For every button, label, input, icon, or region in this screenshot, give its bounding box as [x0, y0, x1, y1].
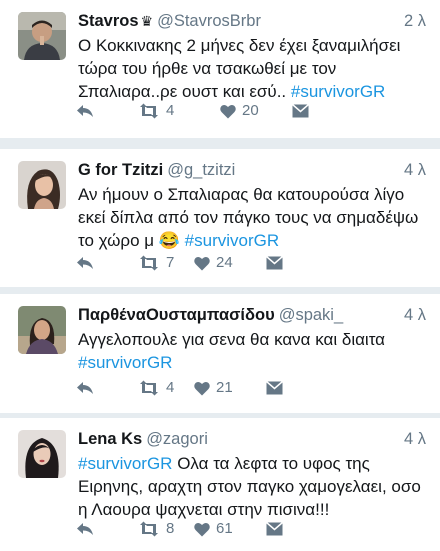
direct-message-button[interactable] [266, 518, 283, 540]
heart-icon [194, 522, 210, 536]
tweet-text-body: Αγγελοπουλε για σενα θα κανα και διαιτα [78, 330, 386, 349]
hashtag-link[interactable]: #survivorGR [185, 231, 279, 250]
like-count: 20 [242, 102, 259, 119]
envelope-icon [266, 381, 283, 395]
reply-button[interactable] [76, 518, 94, 540]
like-count: 24 [216, 254, 233, 271]
direct-message-button[interactable] [266, 252, 283, 274]
retweet-icon [140, 521, 158, 537]
heart-icon [194, 256, 210, 270]
tweet-text: Αν ήμουν ο Σπαλιαρας θα κατουρούσα λίγο … [78, 183, 430, 252]
timeline: Stavros ♛ @StavrosBrbr 2 λ Ο Κοκκινακης 2 … [0, 0, 440, 551]
retweet-count: 8 [166, 520, 175, 537]
tweet[interactable]: Lena Ks @zagori 4 λ #survivorGR Ολα τα λε… [0, 418, 440, 551]
reply-button[interactable] [76, 100, 94, 122]
retweet-count: 7 [166, 254, 175, 271]
tweet-header: ΠαρθέναΟυσταμπασίδου @spaki_ 4 λ [78, 304, 426, 326]
like-button[interactable]: 24 [194, 252, 233, 274]
username[interactable]: @zagori [146, 430, 208, 448]
direct-message-button[interactable] [266, 377, 283, 399]
retweet-button[interactable]: 8 [138, 518, 174, 540]
woman-photo-avatar [18, 306, 66, 354]
tweet[interactable]: Stavros ♛ @StavrosBrbr 2 λ Ο Κοκκινακης 2 … [0, 0, 440, 138]
retweet-button[interactable]: 7 [138, 252, 174, 274]
tweet-text: Ο Κοκκινακης 2 μήνες δεν έχει ξαναμιλήσε… [78, 34, 430, 103]
retweet-button[interactable]: 4 [138, 100, 174, 122]
timestamp[interactable]: 4 λ [404, 159, 426, 181]
reply-icon [77, 382, 93, 394]
like-button[interactable]: 61 [194, 518, 233, 540]
reply-button[interactable] [76, 377, 94, 399]
heart-icon [220, 104, 236, 118]
tweet-header: Lena Ks @zagori 4 λ [78, 428, 426, 450]
display-name[interactable]: G for Tzitzi [78, 161, 163, 179]
laughing-emoji: 😂 [158, 231, 180, 250]
reply-button[interactable] [76, 252, 94, 274]
timestamp[interactable]: 2 λ [404, 10, 426, 32]
like-count: 21 [216, 379, 233, 396]
tweet[interactable]: ΠαρθέναΟυσταμπασίδου @spaki_ 4 λ Αγγελοπο… [0, 294, 440, 413]
envelope-icon [266, 256, 283, 270]
tweet-text: #survivorGR Ολα τα λεφτα το υφος της Ειρ… [78, 452, 430, 521]
avatar[interactable] [18, 12, 66, 60]
timestamp[interactable]: 4 λ [404, 304, 426, 326]
like-button[interactable]: 21 [194, 377, 233, 399]
tweet-actions: 7 24 [76, 252, 430, 274]
direct-message-button[interactable] [292, 100, 309, 122]
retweet-count: 4 [166, 379, 175, 396]
retweet-icon [140, 255, 158, 271]
display-name[interactable]: ΠαρθέναΟυσταμπασίδου [78, 306, 275, 324]
hashtag-link[interactable]: #survivorGR [291, 82, 385, 101]
avatar[interactable] [18, 430, 66, 478]
tweet-actions: 4 21 [76, 377, 430, 399]
envelope-icon [266, 522, 283, 536]
hashtag-link[interactable]: #survivorGR [78, 353, 172, 372]
tweet-text: Αγγελοπουλε για σενα θα κανα και διαιτα … [78, 328, 430, 374]
avatar[interactable] [18, 306, 66, 354]
retweet-icon [140, 103, 158, 119]
like-button[interactable]: 20 [220, 100, 259, 122]
woman-photo-avatar [18, 161, 66, 209]
avatar[interactable] [18, 161, 66, 209]
username[interactable]: @spaki_ [279, 306, 343, 324]
reply-icon [77, 105, 93, 117]
tweet-actions: 8 61 [76, 518, 430, 540]
crown-icon: ♛ [140, 13, 154, 29]
like-count: 61 [216, 520, 233, 537]
tweet-actions: 4 20 [76, 100, 430, 122]
display-name[interactable]: Lena Ks [78, 430, 142, 448]
username[interactable]: @StavrosBrbr [157, 12, 261, 30]
woman-photo-avatar [18, 430, 66, 478]
retweet-count: 4 [166, 102, 175, 119]
tweet-header: G for Tzitzi @g_tzitzi 4 λ [78, 159, 426, 181]
tweet[interactable]: G for Tzitzi @g_tzitzi 4 λ Αν ήμουν ο Σπα… [0, 149, 440, 287]
reply-icon [77, 523, 93, 535]
display-name[interactable]: Stavros [78, 12, 139, 30]
reply-icon [77, 257, 93, 269]
heart-icon [194, 381, 210, 395]
hashtag-link[interactable]: #survivorGR [78, 454, 172, 473]
username[interactable]: @g_tzitzi [167, 161, 235, 179]
envelope-icon [292, 104, 309, 118]
retweet-button[interactable]: 4 [138, 377, 174, 399]
tweet-header: Stavros ♛ @StavrosBrbr 2 λ [78, 10, 426, 32]
retweet-icon [140, 380, 158, 396]
man-photo-avatar [18, 12, 66, 60]
timestamp[interactable]: 4 λ [404, 428, 426, 450]
